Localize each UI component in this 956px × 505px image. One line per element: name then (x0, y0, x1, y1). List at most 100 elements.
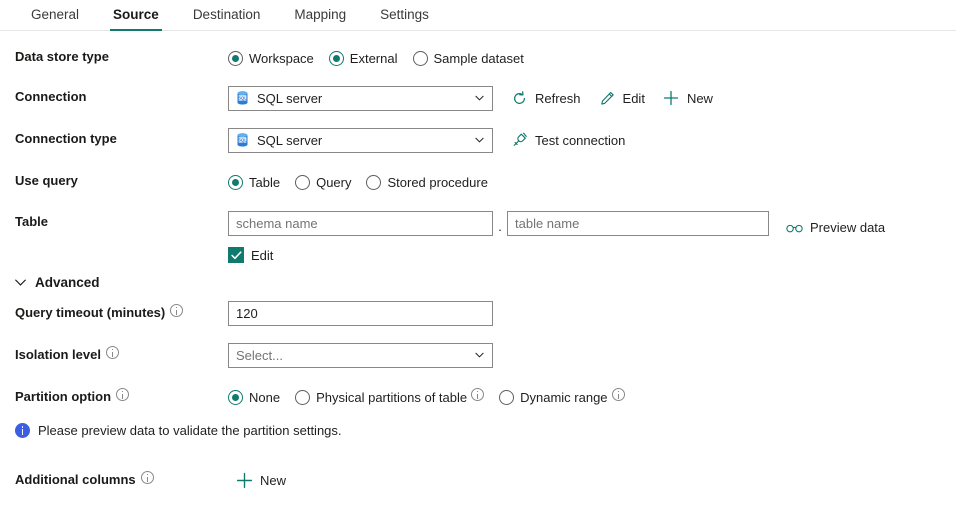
radio-workspace-label: Workspace (249, 51, 314, 66)
tab-source[interactable]: Source (96, 0, 176, 30)
chevron-down-icon (15, 279, 26, 286)
radio-stored-procedure-label: Stored procedure (387, 175, 487, 190)
test-connection-label: Test connection (535, 133, 625, 148)
table-name-input-box[interactable] (507, 211, 769, 236)
row-data-store-type: Data store type Workspace External Sampl… (0, 45, 956, 75)
radio-partition-physical-label: Physical partitions of table (316, 390, 467, 405)
tab-destination[interactable]: Destination (176, 0, 278, 30)
radio-sample-dataset[interactable]: Sample dataset (413, 51, 524, 66)
additional-columns-label-text: Additional columns (15, 472, 136, 488)
check-icon (231, 250, 242, 261)
radio-sample-dataset-label: Sample dataset (434, 51, 524, 66)
label-isolation-level: Isolation level (15, 342, 228, 364)
radio-partition-none[interactable]: None (228, 390, 280, 405)
plug-icon (511, 132, 528, 149)
query-timeout-label-text: Query timeout (minutes) (15, 305, 165, 321)
radio-query-label: Query (316, 175, 351, 190)
radio-partition-none-mark (228, 390, 243, 405)
query-timeout-value: 120 (236, 306, 258, 321)
field-connection: SQL SQL server Refresh (228, 85, 713, 111)
row-table: Table . Preview data (0, 210, 956, 240)
advanced-section-toggle[interactable]: Advanced (0, 275, 140, 290)
info-icon[interactable] (106, 346, 119, 359)
info-icon[interactable] (116, 388, 129, 401)
isolation-level-dropdown[interactable]: Select... (228, 343, 493, 368)
label-partition-option: Partition option (15, 384, 228, 406)
radio-group-partition-option: None Physical partitions of table Dynami… (228, 388, 625, 406)
new-additional-column-button[interactable]: New (236, 472, 286, 489)
label-additional-columns: Additional columns (15, 467, 228, 489)
edit-table-checkbox-label: Edit (251, 248, 273, 263)
radio-partition-physical-mark (295, 390, 310, 405)
radio-workspace-wrapper[interactable]: Workspace (228, 51, 314, 66)
preview-data-label: Preview data (810, 220, 885, 235)
label-table: Table (15, 210, 228, 230)
row-partition-option: Partition option None Physical partition… (0, 384, 956, 414)
radio-workspace-mark (228, 51, 243, 66)
row-connection-type: Connection type SQL SQL server (0, 127, 956, 157)
advanced-section-label: Advanced (35, 275, 100, 290)
info-icon[interactable] (471, 388, 484, 401)
radio-query-mark (295, 175, 310, 190)
edit-connection-button[interactable]: Edit (599, 90, 645, 107)
label-use-query: Use query (15, 169, 228, 189)
new-connection-button[interactable]: New (663, 90, 713, 107)
radio-query[interactable]: Query (295, 175, 351, 190)
row-isolation-level: Isolation level Select... (0, 342, 956, 372)
preview-data-button[interactable]: Preview data (786, 219, 885, 236)
row-additional-columns: Additional columns New (0, 467, 956, 497)
field-isolation-level: Select... (228, 342, 493, 368)
connection-dropdown[interactable]: SQL SQL server (228, 86, 493, 111)
radio-stored-procedure[interactable]: Stored procedure (366, 175, 487, 190)
info-icon[interactable] (141, 471, 154, 484)
sql-server-icon: SQL (236, 91, 249, 105)
radio-table[interactable]: Table (228, 175, 280, 190)
radio-table-label: Table (249, 175, 280, 190)
tab-general[interactable]: General (14, 0, 96, 30)
connection-value: SQL server (257, 91, 322, 106)
tab-strip: General Source Destination Mapping Setti… (0, 0, 956, 31)
refresh-label: Refresh (535, 91, 581, 106)
edit-table-checkbox[interactable]: Edit (228, 247, 956, 263)
partition-option-label-text: Partition option (15, 389, 111, 405)
radio-partition-dynamic-range-mark (499, 390, 514, 405)
info-icon[interactable] (170, 304, 183, 317)
row-query-timeout: Query timeout (minutes) 120 (0, 300, 956, 330)
radio-stored-procedure-mark (366, 175, 381, 190)
tab-settings[interactable]: Settings (363, 0, 446, 30)
radio-group-use-query: Table Query Stored procedure (228, 175, 488, 190)
edit-connection-label: Edit (623, 91, 645, 106)
field-partition-option: None Physical partitions of table Dynami… (228, 384, 625, 410)
connection-type-dropdown[interactable]: SQL SQL server (228, 128, 493, 153)
schema-name-input[interactable] (236, 216, 485, 231)
radio-group-data-store-type: Workspace External Sample dataset (228, 51, 524, 66)
partition-info-message-text: Please preview data to validate the part… (38, 423, 342, 438)
tab-mapping[interactable]: Mapping (277, 0, 363, 30)
radio-partition-none-label: None (249, 390, 280, 405)
refresh-button[interactable]: Refresh (511, 90, 581, 107)
info-icon[interactable] (612, 388, 625, 401)
field-use-query: Table Query Stored procedure (228, 169, 488, 195)
pencil-icon (599, 90, 616, 107)
radio-external[interactable]: External (329, 51, 398, 66)
source-form: Data store type Workspace External Sampl… (0, 31, 956, 497)
schema-name-input-box[interactable] (228, 211, 493, 236)
row-table-edit-checkbox: Edit (0, 247, 956, 263)
radio-partition-dynamic-range-label: Dynamic range (520, 390, 607, 405)
chevron-down-icon (475, 95, 484, 101)
connection-type-value: SQL server (257, 133, 322, 148)
radio-partition-physical[interactable]: Physical partitions of table (295, 388, 484, 406)
label-connection: Connection (15, 85, 228, 105)
radio-partition-dynamic-range[interactable]: Dynamic range (499, 388, 624, 406)
field-connection-type: SQL SQL server (228, 127, 625, 153)
row-connection: Connection SQL SQL server (0, 85, 956, 115)
info-filled-icon (15, 423, 30, 438)
table-commands: Preview data (786, 219, 885, 236)
test-connection-button[interactable]: Test connection (511, 132, 625, 149)
radio-external-mark (329, 51, 344, 66)
query-timeout-input-box[interactable]: 120 (228, 301, 493, 326)
connection-commands: Refresh Edit (511, 90, 713, 107)
isolation-level-label-text: Isolation level (15, 347, 101, 363)
table-name-input[interactable] (515, 216, 761, 231)
chevron-down-icon (475, 137, 484, 143)
